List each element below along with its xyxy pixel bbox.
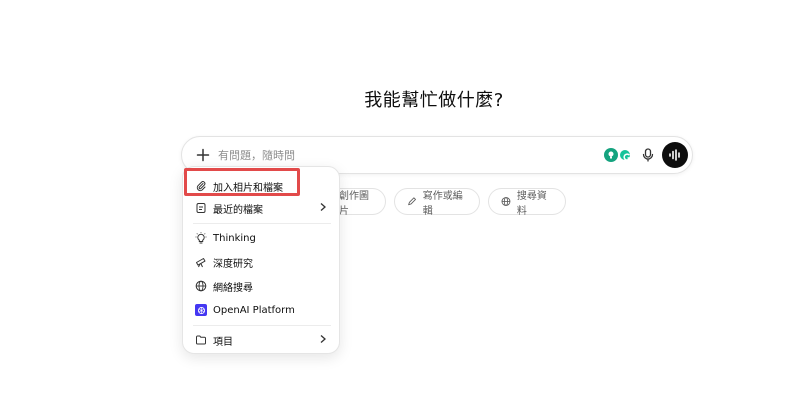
globe-icon	[195, 280, 207, 292]
menu-item-label: OpenAI Platform	[213, 304, 295, 316]
chip-label: 創作圖片	[339, 190, 369, 217]
menu-item-label: 項目	[213, 336, 233, 348]
menu-item-label: Thinking	[213, 232, 256, 244]
chip-label: 寫作或編輯	[422, 190, 463, 217]
attachment-menu: 加入相片和檔案 最近的檔案 Thinking 深度研究 網絡搜尋 OpenAI …	[182, 166, 340, 354]
menu-item-label: 深度研究	[213, 258, 253, 270]
grammarly-icon[interactable]	[618, 148, 632, 162]
telescope-icon	[195, 256, 207, 268]
lightbulb-icon	[195, 232, 207, 244]
menu-divider	[193, 325, 331, 326]
extension-lightbulb-icon[interactable]	[604, 148, 618, 162]
globe-icon	[501, 197, 511, 206]
menu-item-deep-research[interactable]: 深度研究	[191, 251, 333, 273]
menu-item-label: 網絡搜尋	[213, 282, 253, 294]
prompt-input[interactable]	[218, 144, 598, 166]
microphone-icon	[642, 148, 654, 162]
menu-item-web-search[interactable]: 網絡搜尋	[191, 275, 333, 297]
menu-item-recent-files[interactable]: 最近的檔案	[191, 197, 333, 219]
plus-icon	[196, 148, 210, 162]
document-icon	[195, 202, 207, 214]
openai-icon	[195, 304, 207, 316]
menu-divider	[193, 223, 331, 224]
menu-item-thinking[interactable]: Thinking	[191, 227, 333, 249]
search-chip[interactable]: 搜尋資料	[488, 188, 566, 217]
chip-label: 搜尋資料	[516, 190, 547, 217]
menu-item-label: 加入相片和檔案	[213, 182, 283, 194]
voice-mode-button[interactable]	[662, 142, 688, 168]
chevron-right-icon	[320, 335, 326, 343]
menu-item-openai-platform[interactable]: OpenAI Platform	[191, 299, 333, 321]
write-edit-chip[interactable]: 寫作或編輯	[394, 188, 480, 217]
menu-item-add-photos-files[interactable]: 加入相片和檔案	[191, 175, 333, 197]
chevron-right-icon	[320, 203, 326, 211]
menu-item-projects[interactable]: 項目	[191, 329, 333, 351]
waveform-icon	[669, 149, 680, 161]
folder-icon	[195, 334, 207, 346]
add-attachment-button[interactable]	[190, 142, 216, 168]
dictate-button[interactable]	[638, 145, 658, 165]
page-headline: 我能幫忙做什麼?	[364, 90, 504, 111]
pencil-icon	[408, 197, 416, 206]
menu-item-label: 最近的檔案	[213, 204, 263, 216]
paperclip-icon	[195, 180, 207, 192]
